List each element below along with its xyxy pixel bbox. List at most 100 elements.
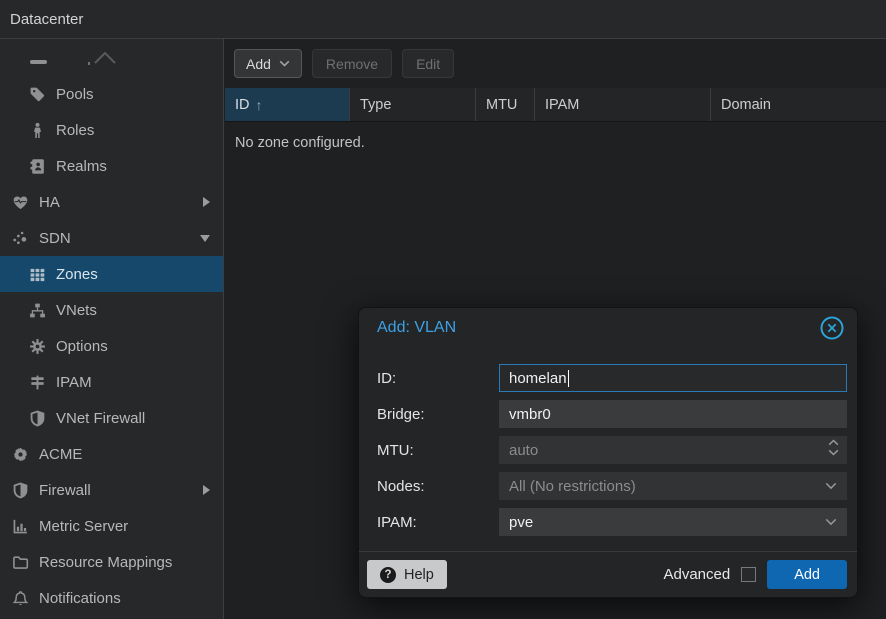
partial-text-fragment bbox=[88, 62, 90, 65]
chevron-up-icon bbox=[92, 49, 118, 70]
zones-toolbar: Add Remove Edit bbox=[225, 39, 886, 88]
column-label: Type bbox=[360, 97, 391, 113]
advanced-label: Advanced bbox=[663, 566, 730, 583]
sidebar-item-sdn[interactable]: SDN bbox=[0, 220, 223, 256]
sidebar-item-label: Firewall bbox=[39, 482, 91, 499]
shield-icon bbox=[12, 482, 29, 499]
sidebar-item-label: Options bbox=[56, 338, 108, 355]
empty-table-message: No zone configured. bbox=[225, 122, 886, 164]
sidebar-item-label: HA bbox=[39, 194, 60, 211]
number-spinner[interactable] bbox=[828, 439, 839, 456]
bell-icon bbox=[12, 590, 29, 607]
heartbeat-icon bbox=[12, 194, 29, 211]
sort-ascending-icon: ↑ bbox=[256, 97, 263, 113]
nodes-select-value: All (No restrictions) bbox=[509, 478, 636, 495]
sidebar-item-partial[interactable] bbox=[0, 39, 223, 76]
sidebar-tree: Pools Roles Realms HA SDN Zones bbox=[0, 39, 224, 619]
ipam-select[interactable]: pve bbox=[499, 508, 847, 536]
footer-actions: Advanced Add bbox=[663, 560, 847, 589]
sidebar-item-label: Metric Server bbox=[39, 518, 128, 535]
gear-icon bbox=[29, 338, 46, 355]
field-row-ipam: IPAM: pve bbox=[377, 508, 847, 536]
chevron-down-icon bbox=[279, 60, 290, 67]
dialog-body: ID: homelan Bridge: vmbr0 MTU: auto bbox=[359, 348, 857, 536]
sidebar-item-label: Pools bbox=[56, 86, 94, 103]
sidebar-item-acme[interactable]: ACME bbox=[0, 436, 223, 472]
sidebar-item-metric-server[interactable]: Metric Server bbox=[0, 508, 223, 544]
sidebar-item-resource-mappings[interactable]: Resource Mappings bbox=[0, 544, 223, 580]
help-button[interactable]: ? Help bbox=[367, 560, 447, 589]
bar-chart-icon bbox=[12, 518, 29, 535]
address-book-icon bbox=[29, 158, 46, 175]
ipam-field-label: IPAM: bbox=[377, 514, 499, 531]
sidebar-item-label: Zones bbox=[56, 266, 98, 283]
bridge-field-label: Bridge: bbox=[377, 406, 499, 423]
column-header-type[interactable]: Type bbox=[350, 88, 476, 121]
advanced-checkbox[interactable] bbox=[741, 567, 756, 582]
column-header-ipam[interactable]: IPAM bbox=[535, 88, 711, 121]
certificate-icon bbox=[12, 446, 29, 463]
sidebar-item-label: ACME bbox=[39, 446, 82, 463]
help-button-label: Help bbox=[404, 567, 434, 583]
add-button[interactable]: Add bbox=[234, 49, 302, 78]
sidebar-item-label: Roles bbox=[56, 122, 94, 139]
sidebar-item-label: SDN bbox=[39, 230, 71, 247]
text-caret bbox=[568, 370, 569, 387]
remove-button-label: Remove bbox=[326, 56, 378, 72]
dialog-title: Add: VLAN bbox=[377, 319, 819, 337]
sidebar-item-pools[interactable]: Pools bbox=[0, 76, 223, 112]
edit-button[interactable]: Edit bbox=[402, 49, 454, 78]
ipam-select-value: pve bbox=[509, 514, 533, 531]
sidebar-item-label: Notifications bbox=[39, 590, 121, 607]
nodes-field-label: Nodes: bbox=[377, 478, 499, 495]
add-submit-label: Add bbox=[794, 567, 820, 583]
sidebar-item-vnet-firewall[interactable]: VNet Firewall bbox=[0, 400, 223, 436]
network-nodes-icon bbox=[12, 230, 29, 247]
sidebar-item-notifications[interactable]: Notifications bbox=[0, 580, 223, 616]
collapse-arrow-icon[interactable] bbox=[200, 235, 210, 242]
column-header-mtu[interactable]: MTU bbox=[476, 88, 535, 121]
sidebar-item-options[interactable]: Options bbox=[0, 328, 223, 364]
expand-arrow-icon[interactable] bbox=[203, 485, 210, 495]
id-input[interactable]: homelan bbox=[499, 364, 847, 392]
add-submit-button[interactable]: Add bbox=[767, 560, 847, 589]
tag-icon bbox=[29, 86, 46, 103]
sidebar-item-label: Realms bbox=[56, 158, 107, 175]
sidebar-item-roles[interactable]: Roles bbox=[0, 112, 223, 148]
folder-icon bbox=[12, 554, 29, 571]
nodes-select[interactable]: All (No restrictions) bbox=[499, 472, 847, 500]
field-row-nodes: Nodes: All (No restrictions) bbox=[377, 472, 847, 500]
mtu-field-label: MTU: bbox=[377, 442, 499, 459]
mtu-input-value: auto bbox=[509, 442, 538, 459]
chevron-down-icon bbox=[825, 482, 837, 490]
partial-icon bbox=[30, 60, 47, 64]
dialog-header[interactable]: Add: VLAN bbox=[359, 308, 857, 348]
question-icon: ? bbox=[380, 567, 396, 583]
mtu-number-input[interactable]: auto bbox=[499, 436, 847, 464]
sidebar-item-label: VNet Firewall bbox=[56, 410, 145, 427]
field-row-id: ID: homelan bbox=[377, 364, 847, 392]
bridge-input[interactable]: vmbr0 bbox=[499, 400, 847, 428]
sidebar-item-ha[interactable]: HA bbox=[0, 184, 223, 220]
column-header-id[interactable]: ID ↑ bbox=[225, 88, 350, 121]
field-row-bridge: Bridge: vmbr0 bbox=[377, 400, 847, 428]
sidebar-item-realms[interactable]: Realms bbox=[0, 148, 223, 184]
remove-button[interactable]: Remove bbox=[312, 49, 392, 78]
sidebar-item-firewall[interactable]: Firewall bbox=[0, 472, 223, 508]
dialog-footer: ? Help Advanced Add bbox=[359, 551, 857, 597]
expand-arrow-icon[interactable] bbox=[203, 197, 210, 207]
column-header-domain[interactable]: Domain bbox=[711, 88, 886, 121]
id-field-label: ID: bbox=[377, 370, 499, 387]
edit-button-label: Edit bbox=[416, 56, 440, 72]
column-label: Domain bbox=[721, 97, 771, 113]
sidebar-item-zones[interactable]: Zones bbox=[0, 256, 223, 292]
add-button-label: Add bbox=[246, 56, 271, 72]
column-label: ID bbox=[235, 97, 250, 113]
sidebar-item-ipam[interactable]: IPAM bbox=[0, 364, 223, 400]
column-label: MTU bbox=[486, 97, 517, 113]
sidebar-item-vnets[interactable]: VNets bbox=[0, 292, 223, 328]
close-icon[interactable] bbox=[819, 315, 845, 341]
field-row-mtu: MTU: auto bbox=[377, 436, 847, 464]
sitemap-icon bbox=[29, 302, 46, 319]
add-vlan-dialog: Add: VLAN ID: homelan Bridge: vmbr0 MTU:… bbox=[358, 307, 858, 598]
